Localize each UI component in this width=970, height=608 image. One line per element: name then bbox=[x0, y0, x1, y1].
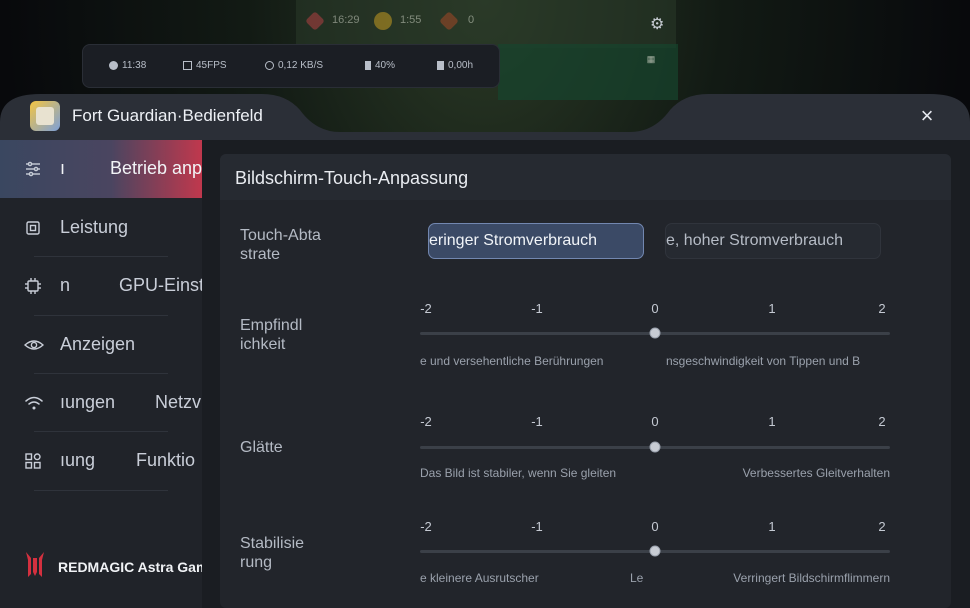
smoothness-slider-thumb[interactable] bbox=[649, 441, 661, 453]
stabilization-slider-thumb[interactable] bbox=[649, 545, 661, 557]
close-icon: × bbox=[920, 103, 934, 128]
sidebar-item-label-secondary: Betrieb anp bbox=[110, 158, 202, 178]
game-resource-bar: 16:29 1:55 0 bbox=[296, 0, 676, 48]
perf-battery: 40% bbox=[365, 60, 395, 71]
sensitivity-hint-left: e und versehentliche Berührungen bbox=[420, 354, 604, 368]
sidebar-item-functions[interactable]: ıung Funktio bbox=[0, 432, 202, 490]
sidebar-item-gpu[interactable]: n GPU-Einst bbox=[0, 257, 202, 315]
tick-label: 2 bbox=[878, 414, 886, 429]
performance-bar: 11:38 45FPS 0,12 KB/S 40% 0,00h bbox=[82, 44, 500, 88]
tick-label: 1 bbox=[768, 519, 776, 534]
low-power-option[interactable]: eringer Stromverbrauch bbox=[428, 223, 644, 259]
high-power-option[interactable]: e, hoher Stromverbrauch bbox=[665, 223, 881, 259]
tick-label: 2 bbox=[878, 519, 886, 534]
panel-header: Fort Guardian·Bedienfeld × bbox=[0, 92, 970, 140]
apps-icon bbox=[24, 452, 44, 472]
tool-icon: ▦ bbox=[646, 54, 656, 64]
fps-icon bbox=[183, 61, 192, 70]
sensitivity-label: Empfindl ichkeit bbox=[240, 317, 303, 353]
sliders-icon bbox=[24, 160, 44, 180]
redmagic-logo-icon bbox=[26, 552, 44, 577]
sidebar-item-label-secondary: Funktio bbox=[136, 450, 196, 470]
timer-icon bbox=[437, 61, 444, 70]
sidebar-item-display[interactable]: Anzeigen bbox=[0, 316, 202, 374]
smoothness-hint-right: Verbessertes Gleitverhalten bbox=[742, 466, 890, 480]
sidebar-item-label: ı bbox=[60, 158, 66, 178]
sidebar-item-label: ıungen bbox=[60, 392, 116, 412]
stabilization-ticks: -2 -1 0 1 2 bbox=[420, 519, 892, 535]
eye-icon bbox=[23, 336, 45, 356]
tick-label: 0 bbox=[651, 414, 659, 429]
stabilization-hint-left: e kleinere Ausrutscher bbox=[420, 571, 539, 585]
resource-3: 0 bbox=[468, 14, 475, 26]
panel-title: Fort Guardian·Bedienfeld bbox=[72, 106, 263, 125]
clock-icon bbox=[109, 61, 118, 70]
coin-icon bbox=[374, 12, 392, 30]
content-area: Bildschirm-Touch-Anpassung Touch-Abta st… bbox=[202, 140, 970, 608]
sidebar-item-label: Anzeigen bbox=[60, 334, 136, 354]
tick-label: -2 bbox=[420, 519, 432, 534]
tick-label: 1 bbox=[768, 301, 776, 316]
tick-label: 0 bbox=[651, 519, 659, 534]
perf-fps: 45FPS bbox=[183, 60, 227, 71]
card-header: Bildschirm-Touch-Anpassung bbox=[220, 154, 951, 200]
perf-duration: 0,00h bbox=[437, 60, 473, 71]
tick-label: -1 bbox=[531, 519, 543, 534]
sidebar-item-performance[interactable]: Leistung bbox=[0, 199, 202, 257]
battery-icon bbox=[365, 61, 371, 70]
card-title: Bildschirm-Touch-Anpassung bbox=[235, 168, 469, 188]
sidebar-item-label-secondary: GPU-Einst bbox=[119, 275, 202, 295]
resource-1: 16:29 bbox=[332, 14, 360, 26]
crystal-icon bbox=[439, 11, 459, 31]
app-icon bbox=[30, 101, 60, 131]
close-button[interactable]: × bbox=[914, 104, 940, 130]
tick-label: -2 bbox=[420, 301, 432, 316]
smoothness-ticks: -2 -1 0 1 2 bbox=[420, 414, 892, 430]
chip-icon bbox=[24, 219, 44, 239]
resource-2: 1:55 bbox=[400, 14, 422, 26]
brand-name: REDMAGIC Astra Gaming Tablet bbox=[58, 559, 202, 575]
sidebar-item-label: Leistung bbox=[60, 217, 129, 237]
sensitivity-hint-right: nsgeschwindigkeit von Tippen und B bbox=[666, 354, 861, 368]
sensitivity-ticks: -2 -1 0 1 2 bbox=[420, 301, 892, 317]
brand: REDMAGIC Astra Gaming Tablet bbox=[24, 550, 202, 578]
sidebar-item-label-secondary: Netzv bbox=[155, 392, 202, 412]
sidebar-item-network[interactable]: ıungen Netzv bbox=[0, 374, 202, 432]
tick-label: 0 bbox=[651, 301, 659, 316]
tick-label: -2 bbox=[420, 414, 432, 429]
gpu-icon bbox=[24, 277, 44, 297]
perf-clock: 11:38 bbox=[109, 60, 146, 71]
perf-network: 0,12 KB/S bbox=[265, 60, 323, 71]
stabilization-label: Stabilisie rung bbox=[240, 535, 305, 571]
gem-icon bbox=[305, 11, 325, 31]
tick-label: -1 bbox=[531, 414, 543, 429]
stabilization-hint-mid: Le bbox=[630, 571, 644, 585]
sensitivity-slider-thumb[interactable] bbox=[649, 327, 661, 339]
smoothness-label: Glätte bbox=[240, 439, 283, 456]
touch-settings-card: Bildschirm-Touch-Anpassung Touch-Abta st… bbox=[220, 154, 951, 608]
smoothness-hint-left: Das Bild ist stabiler, wenn Sie gleiten bbox=[420, 466, 617, 480]
divider bbox=[34, 490, 168, 491]
sidebar-item-operation[interactable]: ı Betrieb anp bbox=[0, 140, 202, 198]
wifi-icon bbox=[24, 394, 44, 414]
touch-rate-label: Touch-Abta strate bbox=[240, 227, 321, 263]
gear-icon: ⚙ bbox=[650, 16, 665, 33]
tick-label: -1 bbox=[531, 301, 543, 316]
sidebar-item-label: ıung bbox=[60, 450, 96, 470]
tick-label: 2 bbox=[878, 301, 886, 316]
tick-label: 1 bbox=[768, 414, 776, 429]
stabilization-hint-right: Verringert Bildschirmflimmern bbox=[733, 571, 890, 585]
sidebar: ı Betrieb anp Leistung n GPU-Einst Anzei… bbox=[0, 140, 202, 608]
sidebar-item-label: n bbox=[60, 275, 71, 295]
game-control-panel: Fort Guardian·Bedienfeld × ı Betrieb anp… bbox=[0, 92, 970, 608]
globe-icon bbox=[265, 61, 274, 70]
